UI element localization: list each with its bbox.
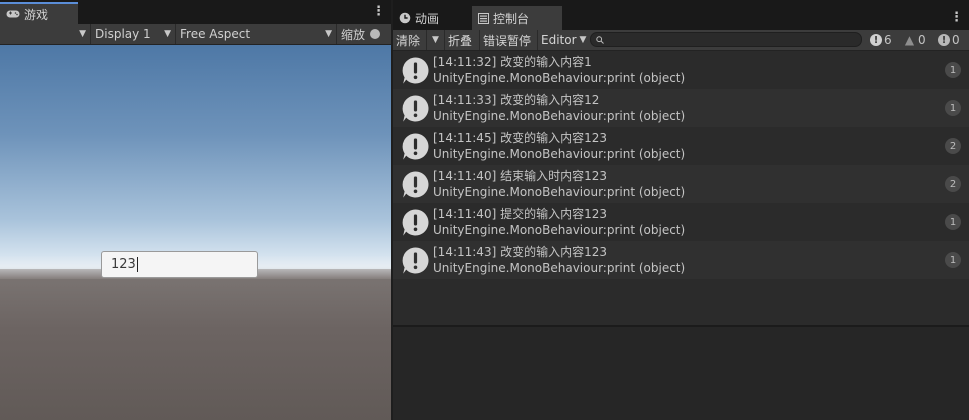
log-entry[interactable]: [14:11:43] 改变的输入内容123 UnityEngine.MonoBe… bbox=[393, 241, 969, 279]
text-cursor bbox=[136, 257, 138, 272]
log-entry[interactable]: [14:11:40] 提交的输入内容123 UnityEngine.MonoBe… bbox=[393, 203, 969, 241]
error-pause-button-label: 错误暂停 bbox=[483, 33, 532, 48]
error-count: 0 bbox=[952, 33, 960, 47]
chevron-down-icon: ▼ bbox=[79, 29, 86, 39]
log-text: [14:11:45] 改变的输入内容123 UnityEngine.MonoBe… bbox=[433, 130, 685, 162]
chevron-down-icon: ▼ bbox=[325, 29, 332, 39]
log-text: [14:11:43] 改变的输入内容123 UnityEngine.MonoBe… bbox=[433, 244, 685, 276]
collapse-button-label: 折叠 bbox=[448, 33, 473, 48]
warning-filter-toggle[interactable]: ▲ 0 bbox=[903, 31, 926, 49]
game-view-panel: 游戏 ⋮ ▼ Display 1 ▼ Free Aspect ▼ 缩放 123 bbox=[0, 0, 391, 420]
collapse-button[interactable]: 折叠 bbox=[445, 30, 479, 50]
log-entry[interactable]: [14:11:32] 改变的输入内容1 UnityEngine.MonoBeha… bbox=[393, 51, 969, 89]
search-icon bbox=[596, 35, 604, 44]
game-more-menu-icon[interactable]: ⋮ bbox=[372, 4, 385, 19]
info-filter-toggle[interactable]: ! 6 bbox=[870, 31, 892, 49]
game-toolbar: ▼ Display 1 ▼ Free Aspect ▼ 缩放 bbox=[0, 24, 391, 45]
info-message-icon bbox=[402, 133, 429, 160]
log-entry[interactable]: [14:11:33] 改变的输入内容12 UnityEngine.MonoBeh… bbox=[393, 89, 969, 127]
warning-icon: ▲ bbox=[904, 33, 915, 47]
game-input-value: 123 bbox=[111, 257, 136, 272]
aspect-dropdown[interactable]: Free Aspect ▼ bbox=[176, 24, 337, 44]
chevron-down-icon: ▼ bbox=[432, 35, 439, 45]
info-message-icon bbox=[402, 247, 429, 274]
display-dropdown[interactable]: Display 1 ▼ bbox=[91, 24, 176, 44]
game-tab-strip: 游戏 ⋮ bbox=[0, 0, 391, 24]
game-ground bbox=[0, 269, 391, 420]
tab-animation-label: 动画 bbox=[415, 11, 440, 26]
tab-console[interactable]: 控制台 bbox=[472, 6, 562, 30]
error-icon: ! bbox=[938, 34, 950, 46]
game-sky bbox=[0, 45, 391, 269]
log-message: [14:11:43] 改变的输入内容123 bbox=[433, 245, 607, 259]
log-stack-trace: UnityEngine.MonoBehaviour:print (object) bbox=[433, 223, 686, 237]
log-detail-pane[interactable] bbox=[393, 325, 969, 420]
game-input-field[interactable]: 123 bbox=[101, 251, 258, 278]
log-stack-trace: UnityEngine.MonoBehaviour:print (object) bbox=[433, 71, 686, 85]
info-message-icon bbox=[402, 95, 429, 122]
console-panel: 动画 控制台 ⋮ 清除 ▼ 折叠 错误暂停 Editor ▼ ! 6 ▲ 0 !… bbox=[393, 0, 969, 420]
tab-animation[interactable]: 动画 bbox=[393, 6, 470, 30]
log-count-badge: 1 bbox=[945, 100, 961, 116]
scale-slider-handle[interactable] bbox=[370, 29, 381, 39]
log-text: [14:11:40] 提交的输入内容123 UnityEngine.MonoBe… bbox=[433, 206, 685, 238]
log-stack-trace: UnityEngine.MonoBehaviour:print (object) bbox=[433, 261, 686, 275]
console-log-list: [14:11:32] 改变的输入内容1 UnityEngine.MonoBeha… bbox=[393, 51, 969, 325]
chevron-down-icon: ▼ bbox=[164, 29, 171, 39]
clear-options-dropdown[interactable]: ▼ bbox=[427, 30, 444, 50]
warning-count: 0 bbox=[918, 33, 926, 47]
console-more-menu-icon[interactable]: ⋮ bbox=[950, 10, 963, 25]
display-dropdown-label: Display 1 bbox=[95, 27, 151, 41]
scale-label: 缩放 bbox=[341, 27, 366, 42]
log-stack-trace: UnityEngine.MonoBehaviour:print (object) bbox=[433, 185, 686, 199]
console-icon bbox=[478, 12, 489, 24]
console-toolbar: 清除 ▼ 折叠 错误暂停 Editor ▼ ! 6 ▲ 0 ! 0 bbox=[393, 30, 969, 51]
log-count-badge: 1 bbox=[945, 252, 961, 268]
clear-button[interactable]: 清除 bbox=[393, 30, 426, 50]
clock-icon bbox=[399, 12, 411, 24]
info-icon: ! bbox=[870, 34, 882, 46]
game-mode-dropdown[interactable]: ▼ bbox=[0, 24, 91, 44]
editor-dropdown[interactable]: Editor ▼ bbox=[538, 30, 588, 50]
log-text: [14:11:33] 改变的输入内容12 UnityEngine.MonoBeh… bbox=[433, 92, 685, 124]
info-message-icon bbox=[402, 57, 429, 84]
error-filter-toggle[interactable]: ! 0 bbox=[938, 31, 960, 49]
aspect-dropdown-label: Free Aspect bbox=[180, 27, 251, 41]
log-stack-trace: UnityEngine.MonoBehaviour:print (object) bbox=[433, 147, 686, 161]
console-tab-strip: 动画 控制台 ⋮ bbox=[393, 0, 969, 30]
log-message: [14:11:40] 结束输入时内容123 bbox=[433, 169, 607, 183]
search-input[interactable] bbox=[590, 32, 862, 47]
log-stack-trace: UnityEngine.MonoBehaviour:print (object) bbox=[433, 109, 686, 123]
log-entry[interactable]: [14:11:40] 结束输入时内容123 UnityEngine.MonoBe… bbox=[393, 165, 969, 203]
tab-game-label: 游戏 bbox=[24, 7, 49, 22]
log-count-badge: 1 bbox=[945, 62, 961, 78]
log-message: [14:11:45] 改变的输入内容123 bbox=[433, 131, 607, 145]
log-message: [14:11:40] 提交的输入内容123 bbox=[433, 207, 607, 221]
chevron-down-icon: ▼ bbox=[579, 35, 587, 45]
info-message-icon bbox=[402, 209, 429, 236]
gamepad-icon bbox=[6, 10, 20, 18]
tab-console-label: 控制台 bbox=[493, 11, 530, 26]
log-text: [14:11:40] 结束输入时内容123 UnityEngine.MonoBe… bbox=[433, 168, 685, 200]
log-message: [14:11:33] 改变的输入内容12 bbox=[433, 93, 600, 107]
info-count: 6 bbox=[884, 33, 892, 47]
log-count-badge: 2 bbox=[945, 138, 961, 154]
tab-game[interactable]: 游戏 bbox=[0, 2, 78, 24]
log-text: [14:11:32] 改变的输入内容1 UnityEngine.MonoBeha… bbox=[433, 54, 685, 86]
log-entry[interactable]: [14:11:45] 改变的输入内容123 UnityEngine.MonoBe… bbox=[393, 127, 969, 165]
log-count-badge: 2 bbox=[945, 176, 961, 192]
error-pause-button[interactable]: 错误暂停 bbox=[480, 30, 537, 50]
scale-control: 缩放 bbox=[337, 26, 381, 43]
info-message-icon bbox=[402, 171, 429, 198]
clear-button-label: 清除 bbox=[396, 33, 421, 48]
log-count-badge: 1 bbox=[945, 214, 961, 230]
log-message: [14:11:32] 改变的输入内容1 bbox=[433, 55, 592, 69]
editor-dropdown-label: Editor bbox=[541, 33, 577, 47]
